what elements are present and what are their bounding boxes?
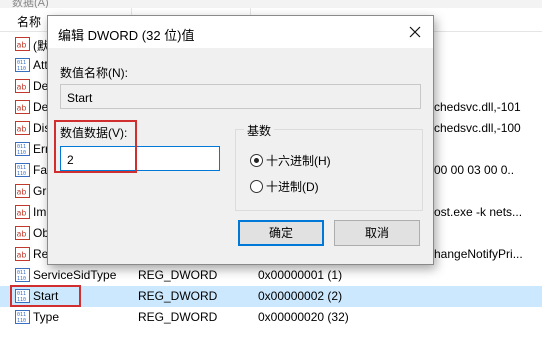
string-value-icon: ab bbox=[15, 184, 30, 198]
svg-text:ab: ab bbox=[17, 209, 27, 218]
svg-text:ab: ab bbox=[17, 251, 27, 260]
value-type: REG_DWORD bbox=[138, 289, 218, 303]
value-name: ServiceSidType bbox=[33, 268, 117, 282]
column-header-name[interactable]: 名称 bbox=[17, 13, 41, 30]
table-row[interactable]: 011 110 ServiceSidType REG_DWORD 0x00000… bbox=[0, 265, 542, 286]
value-data: 0x00000020 (32) bbox=[258, 310, 349, 324]
close-icon bbox=[409, 26, 421, 38]
menu-strip-partial: 数据(A) bbox=[0, 0, 542, 8]
svg-text:ab: ab bbox=[17, 230, 27, 239]
radio-dec[interactable]: 十进制(D) bbox=[250, 178, 319, 195]
svg-text:ab: ab bbox=[17, 83, 27, 92]
display-data-partial: chedsvc.dll,-100 bbox=[434, 121, 521, 135]
value-name: Gr bbox=[33, 184, 47, 198]
value-name-field: Start bbox=[60, 84, 421, 109]
string-value-icon: ab bbox=[15, 79, 30, 93]
svg-text:ab: ab bbox=[17, 188, 27, 197]
cancel-button[interactable]: 取消 bbox=[334, 220, 420, 246]
binary-value-icon: 011110 bbox=[15, 163, 30, 177]
ok-button[interactable]: 确定 bbox=[238, 220, 324, 246]
svg-text:110: 110 bbox=[17, 66, 26, 72]
radio-hex[interactable]: 十六进制(H) bbox=[250, 152, 331, 169]
value-type: REG_DWORD bbox=[138, 310, 218, 324]
svg-text:110: 110 bbox=[17, 318, 26, 324]
radio-dec-label: 十进制(D) bbox=[266, 180, 319, 194]
annotation-highlight-start bbox=[10, 285, 81, 307]
value-data: 0x00000001 (1) bbox=[258, 268, 343, 282]
desc-data-partial: chedsvc.dll,-101 bbox=[434, 100, 521, 114]
value-name: Type bbox=[33, 310, 60, 324]
reqpriv-data-partial: hangeNotifyPri... bbox=[434, 247, 523, 261]
string-value-icon: ab bbox=[15, 121, 30, 135]
value-data: 0x00000002 (2) bbox=[258, 289, 343, 303]
string-value-icon: ab bbox=[15, 205, 30, 219]
string-value-icon: ab bbox=[15, 247, 30, 261]
base-group: 基数 十六进制(H) 十进制(D) bbox=[235, 122, 423, 211]
binary-value-icon: 011110 bbox=[15, 58, 30, 72]
value-name: Im bbox=[33, 205, 47, 219]
menu-item-partial: 数据(A) bbox=[12, 0, 49, 8]
binary-value-icon: 011 110 bbox=[15, 268, 30, 282]
svg-text:110: 110 bbox=[17, 171, 26, 177]
close-button[interactable] bbox=[403, 20, 427, 44]
svg-text:ab: ab bbox=[17, 125, 27, 134]
dialog-title: 编辑 DWORD (32 位)值 bbox=[58, 28, 195, 43]
svg-text:110: 110 bbox=[17, 150, 26, 156]
table-row-selected[interactable]: 011 110 Start REG_DWORD 0x00000002 (2) bbox=[0, 286, 542, 307]
radio-hex-label: 十六进制(H) bbox=[266, 154, 331, 168]
failure-data-partial: 00 00 03 00 0.. bbox=[434, 163, 515, 177]
base-group-label: 基数 bbox=[244, 122, 275, 139]
string-value-icon: ab bbox=[15, 37, 30, 51]
dialog-titlebar[interactable]: 编辑 DWORD (32 位)值 bbox=[48, 16, 433, 48]
value-name: Att bbox=[33, 58, 48, 72]
table-row[interactable]: 011 110 Type REG_DWORD 0x00000020 (32) bbox=[0, 307, 542, 328]
binary-value-icon: 011 110 bbox=[15, 310, 30, 324]
imagepath-data-partial: ost.exe -k nets... bbox=[434, 205, 523, 219]
radio-selected-indicator bbox=[250, 154, 263, 167]
svg-text:110: 110 bbox=[17, 276, 26, 282]
string-value-icon: ab bbox=[15, 226, 30, 240]
annotation-highlight-value-data bbox=[54, 120, 137, 173]
svg-text:ab: ab bbox=[17, 41, 27, 50]
radio-unselected-indicator bbox=[250, 180, 263, 193]
svg-text:ab: ab bbox=[17, 104, 27, 113]
string-value-icon: ab bbox=[15, 100, 30, 114]
binary-value-icon: 011110 bbox=[15, 142, 30, 156]
value-type: REG_DWORD bbox=[138, 268, 218, 282]
value-name-label: 数值名称(N): bbox=[60, 66, 128, 80]
